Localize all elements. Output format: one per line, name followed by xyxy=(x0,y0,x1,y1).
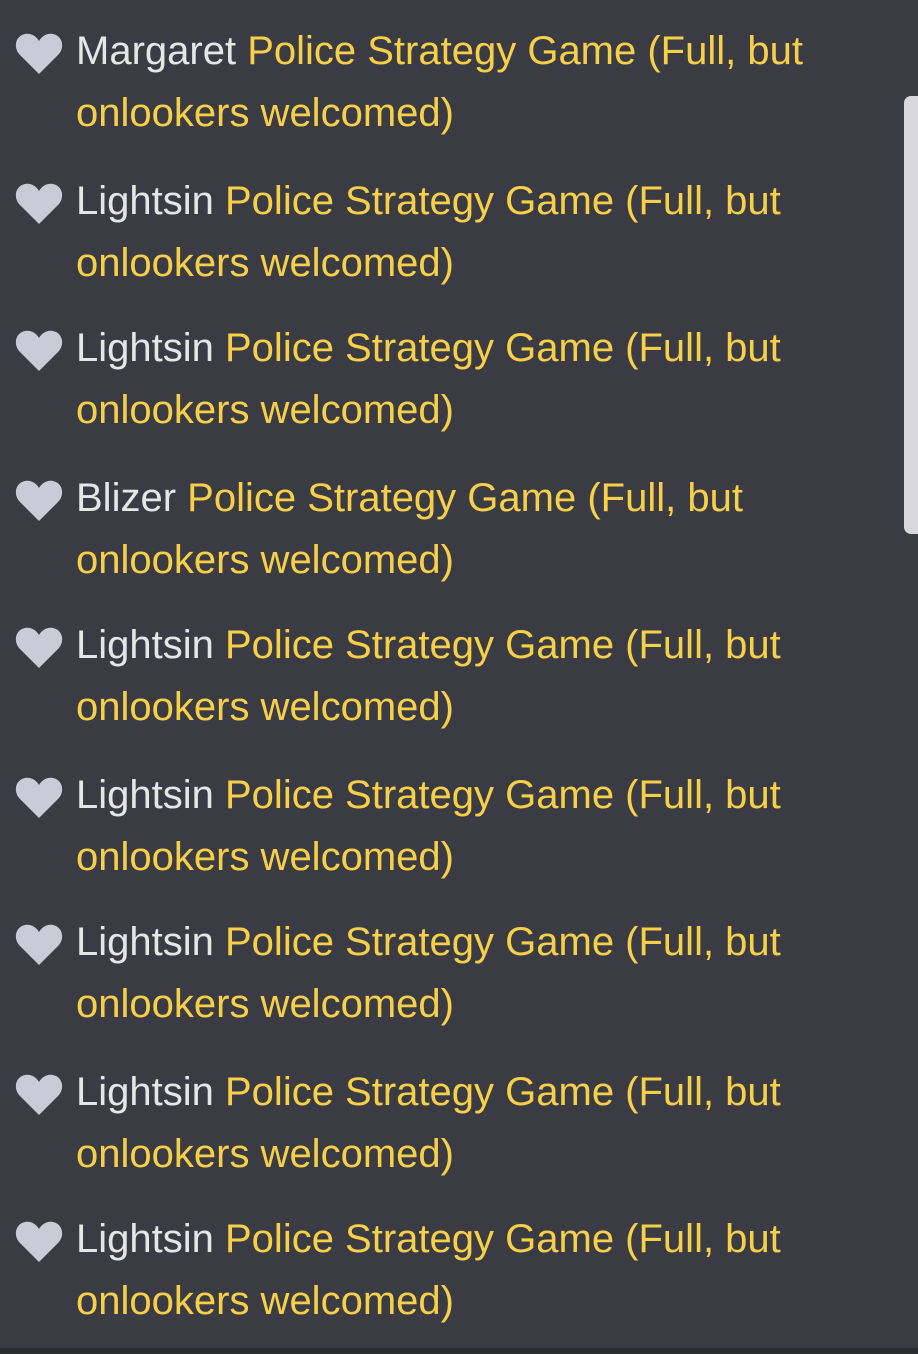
game-title-link[interactable]: Police Strategy Game (Full, but onlooker… xyxy=(76,476,743,582)
username-link[interactable]: Lightsin xyxy=(76,623,214,667)
divider xyxy=(0,1348,918,1354)
feed-entry[interactable]: Lightsin Police Strategy Game (Full, but… xyxy=(0,1061,900,1191)
entry-text: Lightsin Police Strategy Game (Full, but… xyxy=(76,911,890,1035)
heart-icon[interactable] xyxy=(14,776,64,820)
username-link[interactable]: Blizer xyxy=(76,476,176,520)
entry-text: Lightsin Police Strategy Game (Full, but… xyxy=(76,170,890,294)
feed-entry[interactable]: Lightsin Police Strategy Game (Full, but… xyxy=(0,911,900,1041)
username-link[interactable]: Lightsin xyxy=(76,920,214,964)
username-link[interactable]: Lightsin xyxy=(76,1217,214,1261)
entry-text: Lightsin Police Strategy Game (Full, but… xyxy=(76,614,890,738)
heart-icon[interactable] xyxy=(14,479,64,523)
heart-icon[interactable] xyxy=(14,32,64,76)
heart-icon[interactable] xyxy=(14,1220,64,1264)
feed-entry[interactable]: Margaret Police Strategy Game (Full, but… xyxy=(0,20,900,150)
heart-icon[interactable] xyxy=(14,329,64,373)
heart-icon[interactable] xyxy=(14,1073,64,1117)
feed-entry[interactable]: Lightsin Police Strategy Game (Full, but… xyxy=(0,764,900,894)
username-link[interactable]: Lightsin xyxy=(76,773,214,817)
entry-text: Lightsin Police Strategy Game (Full, but… xyxy=(76,1208,890,1332)
scrollbar-thumb[interactable] xyxy=(904,96,918,534)
entry-text: Blizer Police Strategy Game (Full, but o… xyxy=(76,467,890,591)
entry-text: Lightsin Police Strategy Game (Full, but… xyxy=(76,1061,890,1185)
activity-feed: Margaret Police Strategy Game (Full, but… xyxy=(0,0,918,1354)
entry-text: Margaret Police Strategy Game (Full, but… xyxy=(76,20,890,144)
heart-icon[interactable] xyxy=(14,923,64,967)
feed-entry[interactable]: Blizer Police Strategy Game (Full, but o… xyxy=(0,467,900,597)
username-link[interactable]: Lightsin xyxy=(76,1070,214,1114)
feed-entry[interactable]: Lightsin Police Strategy Game (Full, but… xyxy=(0,317,900,447)
feed-entry[interactable]: Lightsin Police Strategy Game (Full, but… xyxy=(0,1208,900,1338)
username-link[interactable]: Margaret xyxy=(76,29,236,73)
heart-icon[interactable] xyxy=(14,182,64,226)
feed-entry[interactable]: Lightsin Police Strategy Game (Full, but… xyxy=(0,170,900,300)
entry-text: Lightsin Police Strategy Game (Full, but… xyxy=(76,764,890,888)
heart-icon[interactable] xyxy=(14,626,64,670)
username-link[interactable]: Lightsin xyxy=(76,326,214,370)
username-link[interactable]: Lightsin xyxy=(76,179,214,223)
entry-text: Lightsin Police Strategy Game (Full, but… xyxy=(76,317,890,441)
feed-entry[interactable]: Lightsin Police Strategy Game (Full, but… xyxy=(0,614,900,744)
